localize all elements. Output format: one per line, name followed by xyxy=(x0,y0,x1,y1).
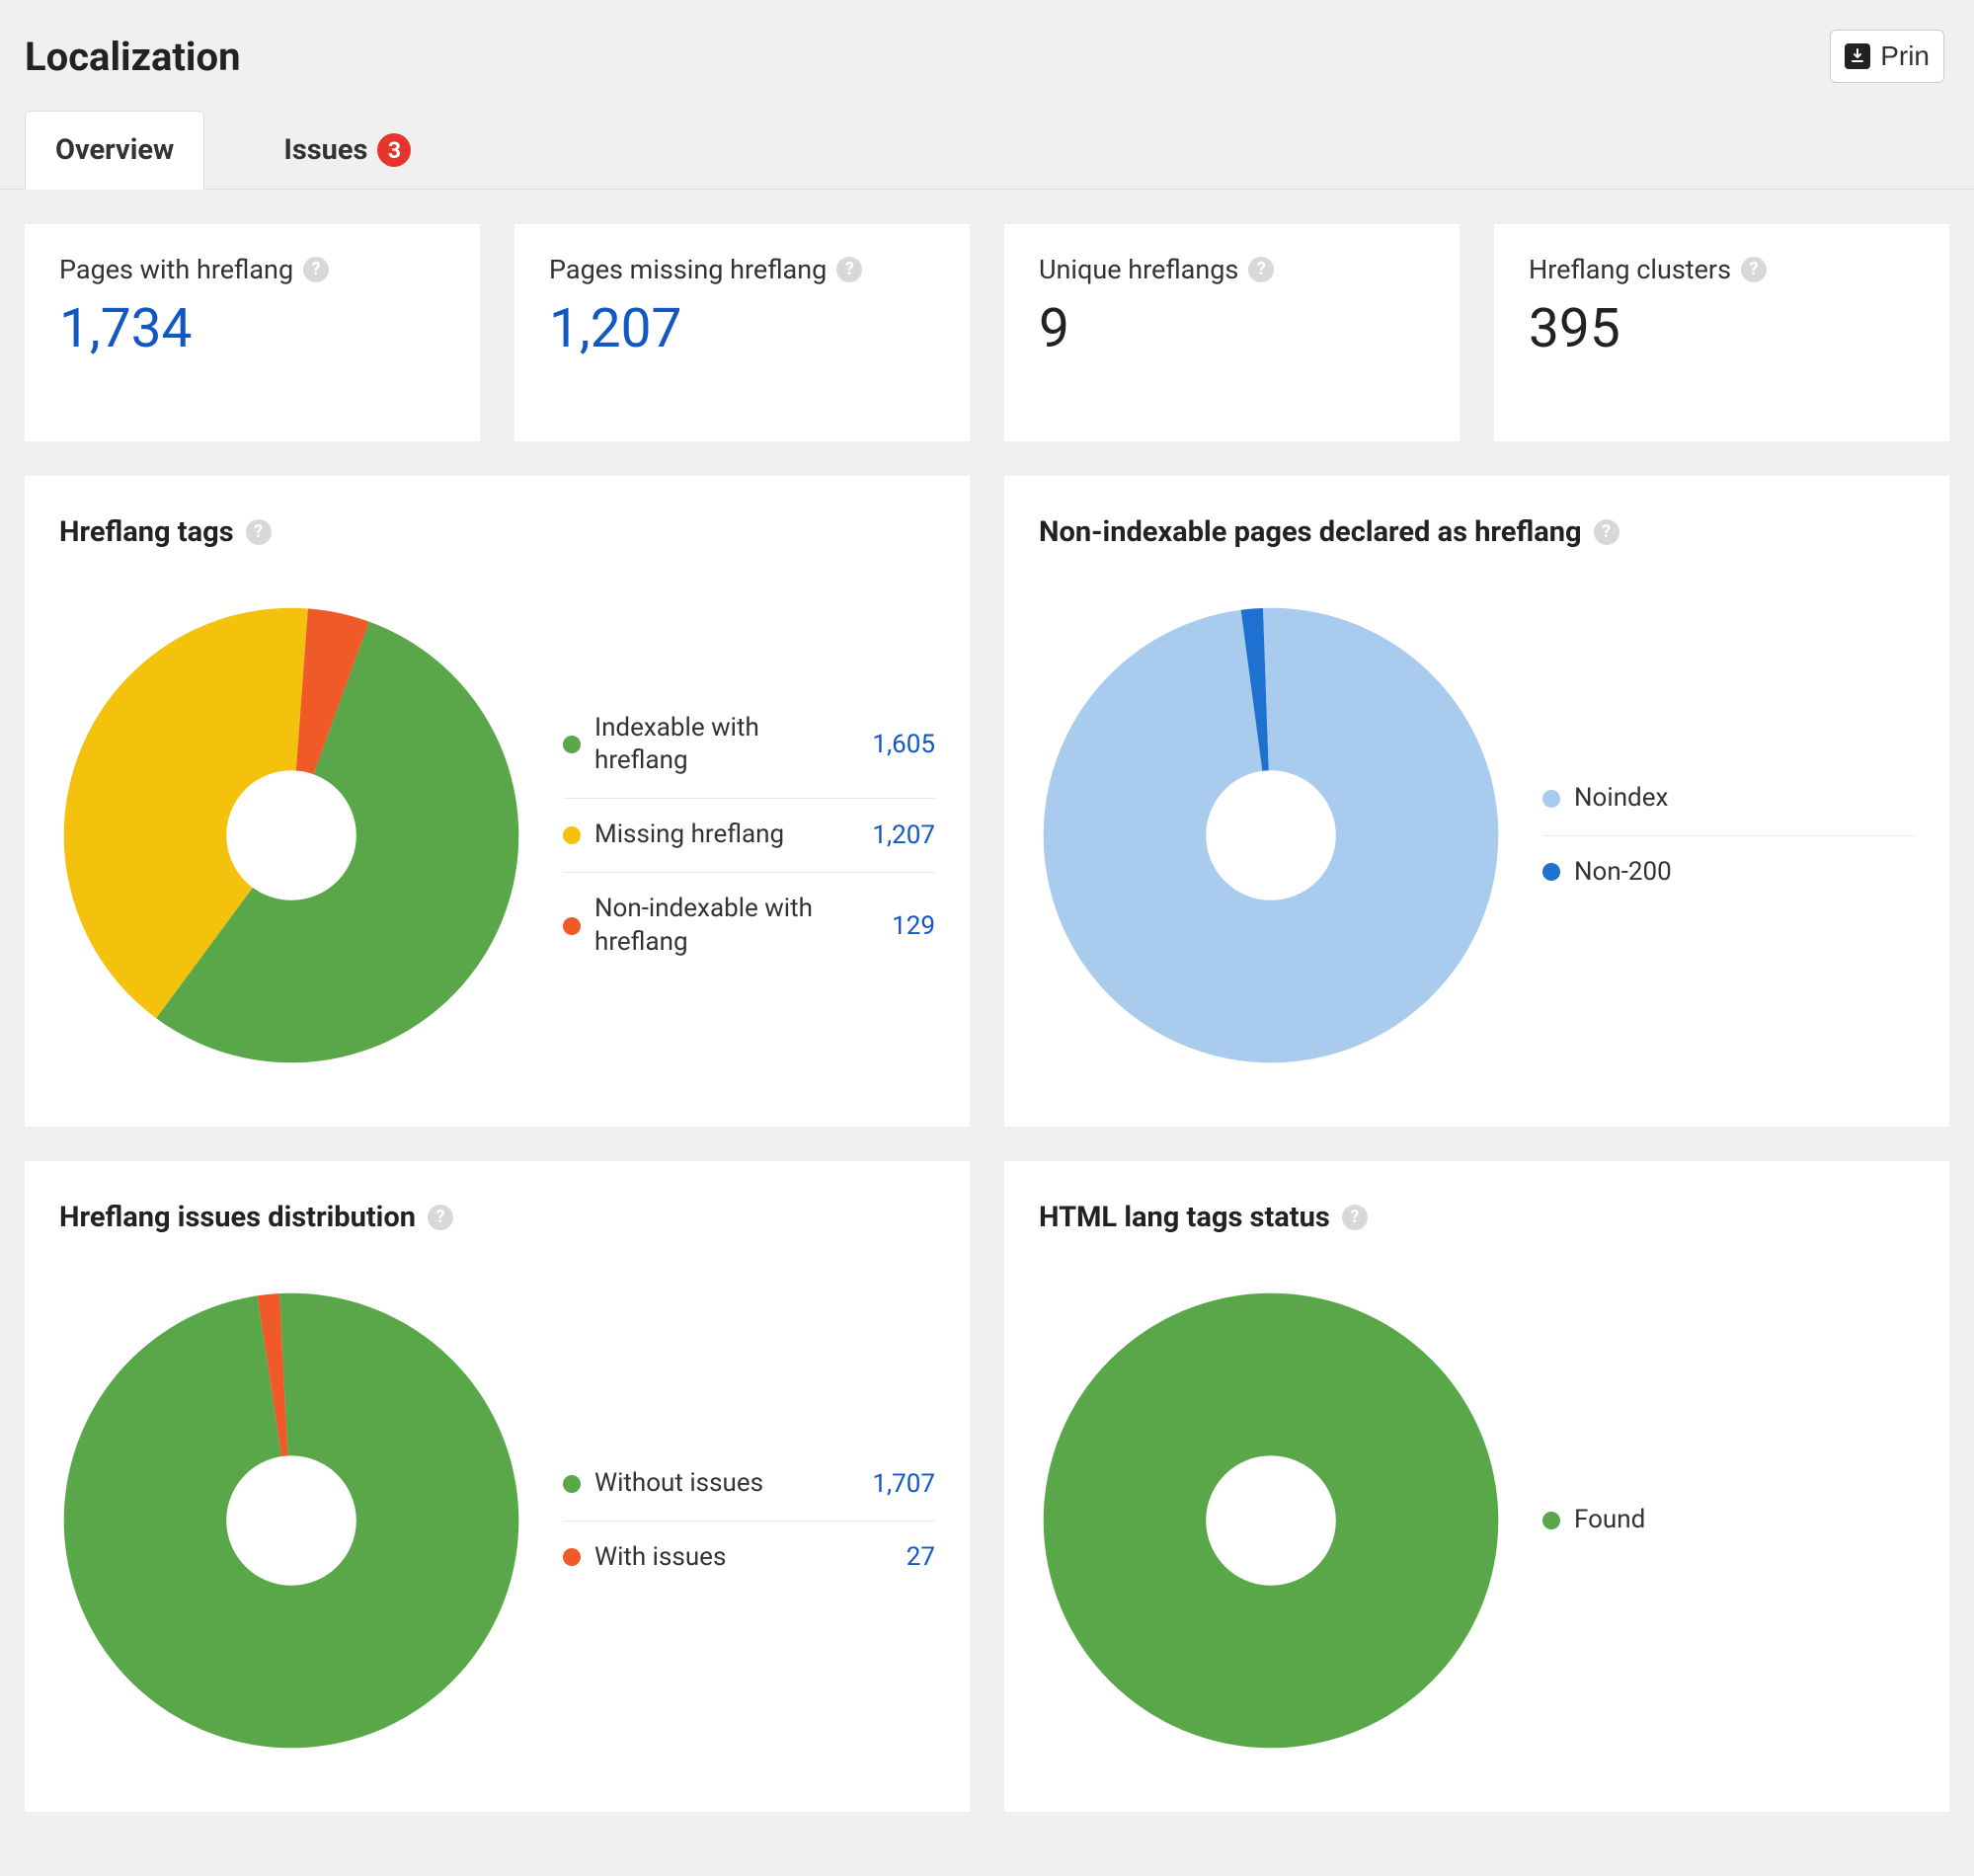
legend: Indexable with hreflang 1,605 Missing hr… xyxy=(563,692,935,979)
stat-label-text: Pages missing hreflang xyxy=(549,254,827,285)
stat-value: 9 xyxy=(1039,297,1425,360)
legend-label: Missing hreflang xyxy=(594,819,832,852)
legend-label: Indexable with hreflang xyxy=(594,712,832,779)
panel-title: Hreflang issues distribution ? xyxy=(59,1201,935,1234)
legend-row[interactable]: Found xyxy=(1542,1484,1915,1557)
stat-value[interactable]: 1,207 xyxy=(549,297,935,360)
tab-issues[interactable]: Issues 3 xyxy=(254,112,440,189)
stat-card-unique-hreflangs: Unique hreflangs ? 9 xyxy=(1004,224,1460,441)
issues-count-badge: 3 xyxy=(377,133,411,167)
stat-card-pages-missing-hreflang[interactable]: Pages missing hreflang ? 1,207 xyxy=(514,224,970,441)
help-icon[interactable]: ? xyxy=(303,257,329,282)
panel-html-lang-tags-status: HTML lang tags status ? Found xyxy=(1004,1161,1949,1812)
legend-value: 1,207 xyxy=(846,821,935,850)
tab-overview[interactable]: Overview xyxy=(25,111,204,190)
legend-row[interactable]: Noindex xyxy=(1542,762,1915,836)
legend-row[interactable]: Without issues 1,707 xyxy=(563,1447,935,1522)
legend-label: Noindex xyxy=(1574,782,1812,816)
tab-issues-label: Issues xyxy=(283,133,367,167)
legend-value: 27 xyxy=(846,1542,935,1572)
help-icon[interactable]: ? xyxy=(1342,1205,1368,1230)
stat-label-text: Pages with hreflang xyxy=(59,254,293,285)
donut-chart-nonindexable xyxy=(1039,603,1503,1067)
legend-row[interactable]: Non-200 xyxy=(1542,836,1915,909)
legend-row[interactable]: Indexable with hreflang 1,605 xyxy=(563,692,935,800)
tabs: Overview Issues 3 xyxy=(0,93,1974,190)
help-icon[interactable]: ? xyxy=(1248,257,1274,282)
help-icon[interactable]: ? xyxy=(836,257,862,282)
legend-value: 1,605 xyxy=(846,730,935,759)
print-button-label: Prin xyxy=(1880,40,1930,72)
legend-value: 1,707 xyxy=(846,1469,935,1499)
panel-title: HTML lang tags status ? xyxy=(1039,1201,1915,1234)
download-icon xyxy=(1845,43,1870,69)
legend-value: 129 xyxy=(846,911,935,941)
legend-swatch xyxy=(1542,790,1560,808)
help-icon[interactable]: ? xyxy=(428,1205,453,1230)
page-title: Localization xyxy=(25,34,241,80)
legend-row[interactable]: With issues 27 xyxy=(563,1522,935,1595)
panel-title-text: Hreflang tags xyxy=(59,515,234,549)
legend-label: Without issues xyxy=(594,1467,832,1501)
legend-swatch xyxy=(563,826,581,844)
panel-hreflang-issues-distribution: Hreflang issues distribution ? Without i… xyxy=(25,1161,970,1812)
legend-swatch xyxy=(563,736,581,753)
help-icon[interactable]: ? xyxy=(246,519,272,545)
legend-label: Non-indexable with hreflang xyxy=(594,893,832,960)
panel-title: Non-indexable pages declared as hreflang… xyxy=(1039,515,1915,549)
stat-card-pages-with-hreflang[interactable]: Pages with hreflang ? 1,734 xyxy=(25,224,480,441)
legend: Without issues 1,707 With issues 27 xyxy=(563,1447,935,1595)
stat-value[interactable]: 1,734 xyxy=(59,297,445,360)
donut-chart-issues-distribution xyxy=(59,1289,523,1753)
legend-label: Found xyxy=(1574,1504,1812,1537)
legend-row[interactable]: Non-indexable with hreflang 129 xyxy=(563,873,935,979)
panel-nonindexable-hreflang: Non-indexable pages declared as hreflang… xyxy=(1004,476,1949,1127)
stat-value: 395 xyxy=(1529,297,1915,360)
legend-label: With issues xyxy=(594,1541,832,1575)
donut-chart-lang-tags xyxy=(1039,1289,1503,1753)
tab-overview-label: Overview xyxy=(55,133,174,167)
legend: Noindex Non-200 xyxy=(1542,762,1915,909)
stat-label: Pages missing hreflang ? xyxy=(549,254,935,285)
panel-title-text: Hreflang issues distribution xyxy=(59,1201,416,1234)
stat-label: Unique hreflangs ? xyxy=(1039,254,1425,285)
stat-label: Hreflang clusters ? xyxy=(1529,254,1915,285)
legend-swatch xyxy=(563,917,581,935)
panel-title-text: Non-indexable pages declared as hreflang xyxy=(1039,515,1582,549)
panel-hreflang-tags: Hreflang tags ? Indexable with hreflang … xyxy=(25,476,970,1127)
stat-card-hreflang-clusters: Hreflang clusters ? 395 xyxy=(1494,224,1949,441)
legend-swatch xyxy=(563,1548,581,1566)
stat-label-text: Unique hreflangs xyxy=(1039,254,1238,285)
stat-label-text: Hreflang clusters xyxy=(1529,254,1731,285)
donut-chart-hreflang-tags xyxy=(59,603,523,1067)
legend-swatch xyxy=(563,1475,581,1493)
help-icon[interactable]: ? xyxy=(1741,257,1767,282)
legend: Found xyxy=(1542,1484,1915,1557)
print-button[interactable]: Prin xyxy=(1830,30,1944,83)
charts-grid: Hreflang tags ? Indexable with hreflang … xyxy=(0,441,1974,1812)
legend-swatch xyxy=(1542,1512,1560,1529)
stats-row: Pages with hreflang ? 1,734 Pages missin… xyxy=(0,190,1974,441)
panel-title-text: HTML lang tags status xyxy=(1039,1201,1330,1234)
legend-swatch xyxy=(1542,863,1560,881)
legend-row[interactable]: Missing hreflang 1,207 xyxy=(563,799,935,873)
panel-title: Hreflang tags ? xyxy=(59,515,935,549)
legend-label: Non-200 xyxy=(1574,856,1812,890)
help-icon[interactable]: ? xyxy=(1594,519,1619,545)
stat-label: Pages with hreflang ? xyxy=(59,254,445,285)
